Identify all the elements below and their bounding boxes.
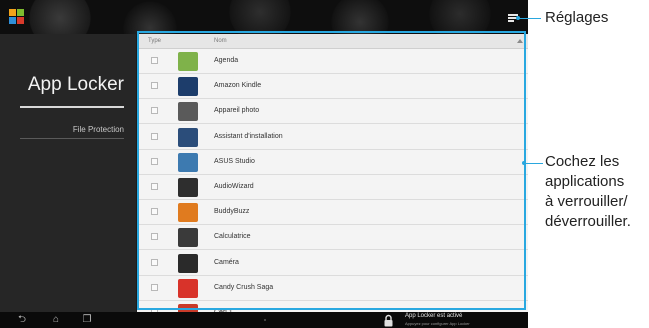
app-list-highlight: [137, 31, 526, 310]
check-apps-callout-dot: [522, 161, 526, 165]
sidebar-item-file-protection[interactable]: File Protection: [0, 125, 136, 134]
recent-apps-icon[interactable]: ❐: [81, 315, 93, 325]
sidebar-divider: [20, 138, 124, 139]
notification-title[interactable]: App Locker est activé: [405, 313, 462, 319]
app-locker-logo-icon: [9, 9, 25, 25]
back-icon[interactable]: ⮌: [16, 315, 28, 325]
check-apps-callout-line: [524, 163, 543, 164]
center-indicator: [264, 319, 266, 321]
sidebar: App Locker File Protection: [0, 34, 136, 312]
settings-callout-dot: [516, 16, 520, 20]
check-apps-callout-line-1: Cochez les: [545, 153, 620, 170]
sidebar-selected-underline: [20, 106, 124, 108]
notification-subtitle[interactable]: Appuyez pour configurer App Locker: [405, 321, 470, 326]
settings-callout-line: [518, 18, 541, 19]
settings-callout-label: Réglages: [545, 9, 609, 26]
lock-icon: [384, 314, 393, 327]
check-apps-callout-line-4: déverrouiller.: [545, 213, 631, 230]
home-icon[interactable]: ⌂: [50, 315, 62, 325]
action-bar: [0, 0, 528, 34]
check-apps-callout-line-3: à verrouiller/: [545, 193, 628, 210]
check-apps-callout-label: Cochez les applications à verrouiller/ d…: [545, 152, 631, 232]
sidebar-title[interactable]: App Locker: [0, 74, 136, 96]
check-apps-callout-line-2: applications: [545, 173, 625, 190]
